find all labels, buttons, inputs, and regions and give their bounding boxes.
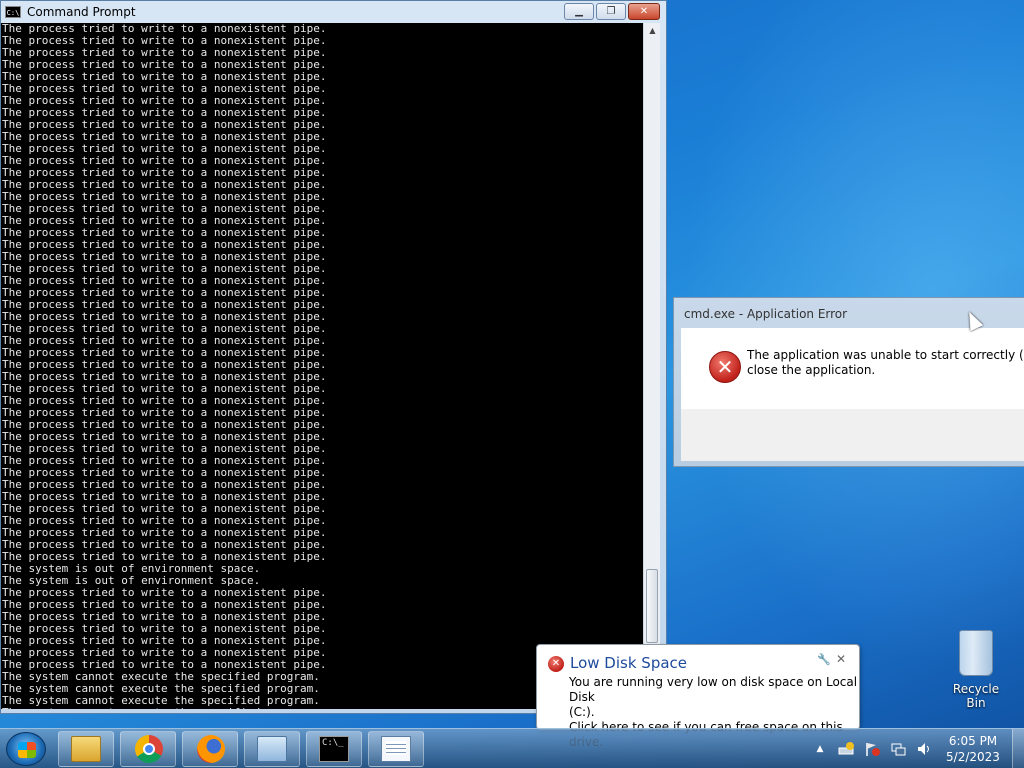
clock-time: 6:05 PM	[948, 734, 998, 748]
firefox-icon	[197, 735, 225, 763]
console-output[interactable]: The process tried to write to a nonexist…	[1, 23, 643, 709]
taskbar-notepad-button[interactable]	[368, 731, 424, 767]
window-title: Command Prompt	[27, 5, 136, 19]
recycle-bin-icon[interactable]	[959, 630, 993, 676]
volume-icon[interactable]	[916, 741, 932, 757]
flag-error-icon[interactable]	[864, 741, 880, 757]
command-prompt-window[interactable]: C:\ Command Prompt ▁ ❐ ✕ The process tri…	[0, 0, 667, 714]
notification-line-1: You are running very low on disk space o…	[569, 675, 858, 704]
taskbar-explorer-button[interactable]	[58, 731, 114, 767]
error-icon: ✕	[548, 656, 564, 672]
notification-options-icon[interactable]: 🔧	[817, 653, 831, 666]
taskbar-chrome-button[interactable]	[120, 731, 176, 767]
error-message-line-2: close the application.	[747, 363, 876, 377]
show-hidden-icons-icon[interactable]: ▲	[812, 741, 828, 757]
dialog-body: ✕ The application was unable to start co…	[681, 328, 1024, 409]
notification-close-icon[interactable]: ✕	[836, 652, 846, 666]
vertical-scrollbar[interactable]: ▲ ▼	[643, 23, 660, 709]
taskbar: C:\_ ▲ 6:05 PM 5/2/2023	[0, 728, 1024, 768]
cmd-window-icon[interactable]: C:\	[5, 6, 21, 18]
cmd-titlebar[interactable]: C:\ Command Prompt ▁ ❐ ✕	[1, 1, 666, 23]
recycle-bin-shortcut[interactable]: Recycle Bin	[942, 630, 1010, 710]
taskbar-firefox-button[interactable]	[182, 731, 238, 767]
low-disk-space-notification[interactable]: ✕ Low Disk Space 🔧 ✕ You are running ver…	[536, 644, 860, 749]
system-tray: ▲	[812, 729, 942, 768]
scroll-up-arrow-icon[interactable]: ▲	[644, 23, 661, 39]
error-message: The application was unable to start corr…	[747, 348, 1024, 378]
scroll-thumb[interactable]	[646, 569, 658, 643]
show-desktop-button[interactable]	[1012, 729, 1024, 768]
chrome-icon	[135, 735, 163, 763]
taskbar-clock[interactable]: 6:05 PM 5/2/2023	[940, 733, 1006, 765]
close-button[interactable]: ✕	[628, 3, 660, 20]
error-message-line-1: The application was unable to start corr…	[747, 348, 1024, 362]
minimize-button[interactable]: ▁	[564, 3, 594, 20]
notepad-icon	[381, 736, 411, 762]
window-controls: ▁ ❐ ✕	[562, 3, 660, 20]
recycle-bin-label: Recycle Bin	[952, 682, 1000, 710]
windows-logo-icon	[18, 742, 36, 758]
error-icon: ✕	[709, 351, 741, 383]
drive-warning-icon[interactable]	[838, 741, 854, 757]
command-prompt-icon: C:\_	[319, 736, 349, 762]
clock-date: 5/2/2023	[946, 750, 1000, 764]
maximize-button[interactable]: ❐	[596, 3, 626, 20]
notification-title: Low Disk Space	[570, 654, 688, 672]
taskbar-control-panel-button[interactable]	[244, 731, 300, 767]
taskbar-command-prompt-button[interactable]: C:\_	[306, 731, 362, 767]
folder-icon	[71, 736, 101, 762]
dialog-footer	[681, 409, 1024, 461]
start-button[interactable]	[6, 732, 46, 766]
control-panel-icon	[257, 736, 287, 762]
notification-line-2: (C:).	[569, 705, 595, 719]
network-icon[interactable]	[890, 741, 906, 757]
